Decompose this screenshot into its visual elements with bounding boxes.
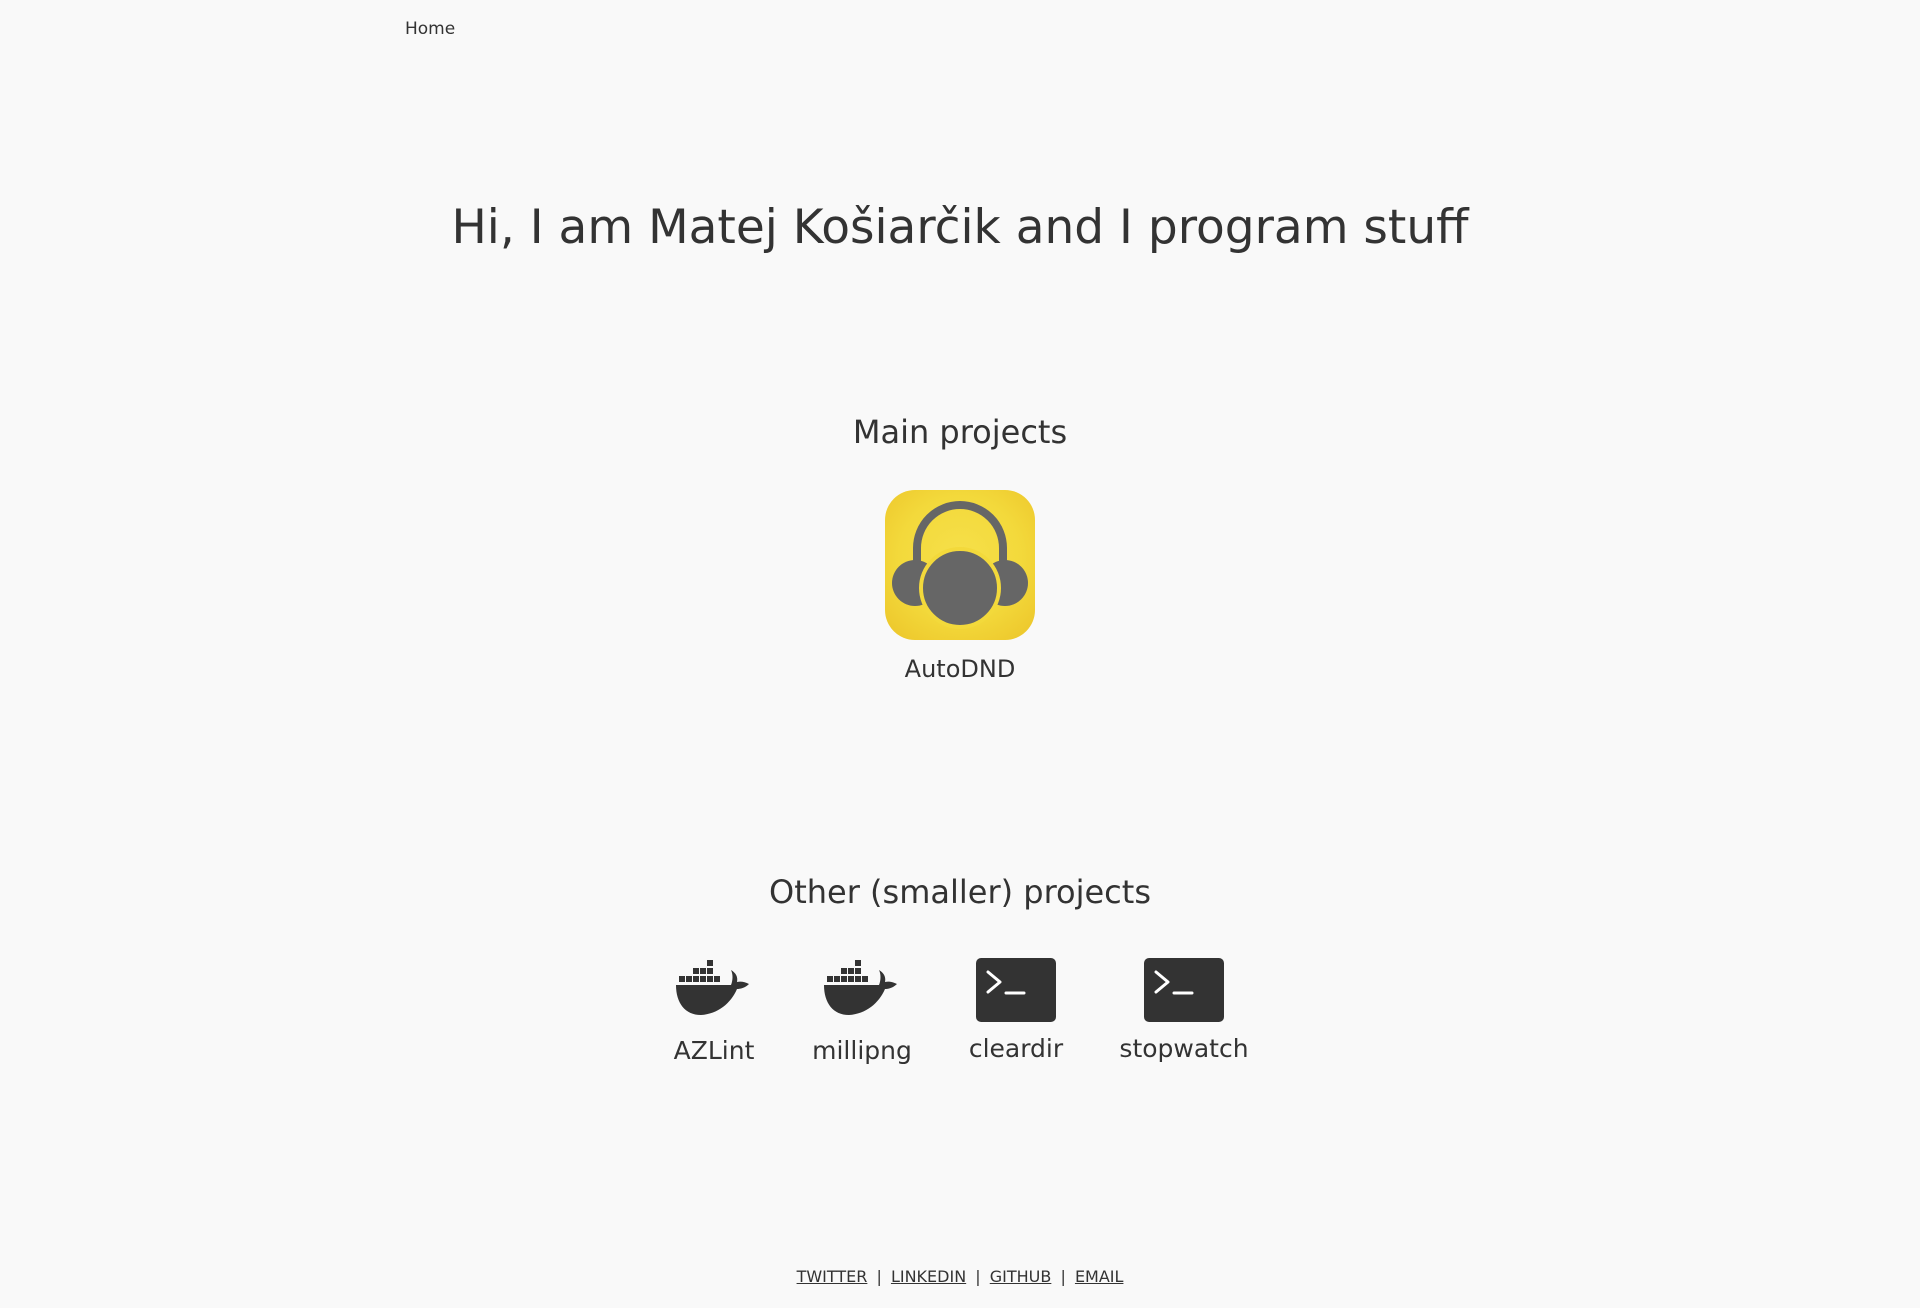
footer-separator: | <box>975 1267 981 1286</box>
nav-home-link[interactable]: Home <box>405 19 455 39</box>
project-stopwatch[interactable]: stopwatch <box>1114 958 1254 1064</box>
terminal-icon <box>976 958 1056 1022</box>
footer-link-twitter[interactable]: TWITTER <box>797 1267 868 1286</box>
footer-separator: | <box>1060 1267 1066 1286</box>
project-label: AZLint <box>673 1036 755 1065</box>
footer-link-email[interactable]: EMAIL <box>1075 1267 1124 1286</box>
project-cleardir[interactable]: cleardir <box>956 958 1076 1064</box>
headphones-icon <box>885 490 1035 640</box>
docker-whale-icon <box>673 958 755 1024</box>
page-title: Hi, I am Matej Košiarčik and I program s… <box>451 200 1469 255</box>
project-autodnd[interactable]: AutoDND <box>860 490 1060 684</box>
footer-link-github[interactable]: GITHUB <box>990 1267 1052 1286</box>
docker-whale-icon <box>821 958 903 1024</box>
footer-separator: | <box>876 1267 882 1286</box>
footer-link-linkedin[interactable]: LINKEDIN <box>891 1267 966 1286</box>
other-projects-heading: Other (smaller) projects <box>769 873 1151 911</box>
project-label: stopwatch <box>1119 1034 1249 1063</box>
project-azlint[interactable]: AZLint <box>664 958 764 1066</box>
project-label: AutoDND <box>904 655 1016 683</box>
project-label: millipng <box>812 1036 912 1065</box>
project-millipng[interactable]: millipng <box>812 958 912 1066</box>
footer: TWITTER | LINKEDIN | GITHUB | EMAIL <box>0 1266 1920 1288</box>
top-nav: Home <box>405 18 455 40</box>
main-projects-heading: Main projects <box>852 413 1068 451</box>
terminal-icon <box>1144 958 1224 1022</box>
project-label: cleardir <box>968 1034 1064 1063</box>
